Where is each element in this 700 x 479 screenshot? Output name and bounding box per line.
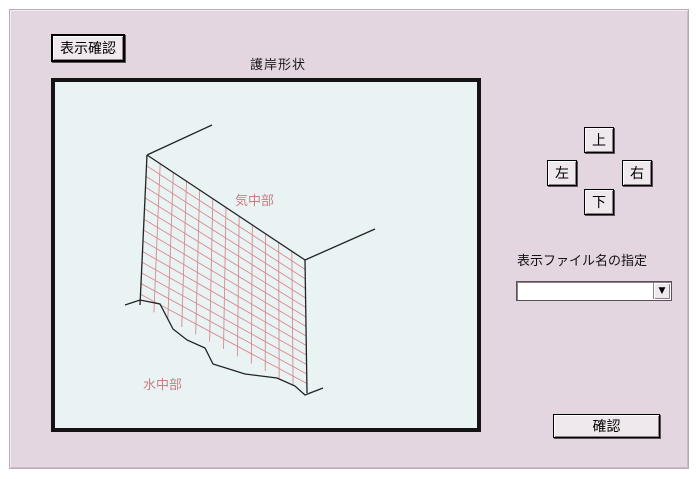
file-select-label: 表示ファイル名の指定 <box>517 254 648 269</box>
grid-horizontal-line <box>140 293 308 384</box>
air-section-label: 気中部 <box>235 194 275 209</box>
grid-horizontal-line <box>141 272 307 365</box>
revetment-drawing <box>124 124 376 396</box>
grid-horizontal-line <box>142 251 307 346</box>
confirm-button[interactable]: 確認 <box>553 414 660 438</box>
grid-horizontal-line <box>142 240 307 337</box>
revetment-view-canvas: 気中部 水中部 <box>51 78 481 432</box>
move-up-button[interactable]: 上 <box>584 127 614 153</box>
move-down-button[interactable]: 下 <box>584 189 614 215</box>
page-title: 護岸形状 <box>250 58 307 73</box>
display-check-button[interactable]: 表示確認 <box>51 34 125 62</box>
revetment-outline <box>139 124 376 394</box>
file-select-dropdown[interactable]: ▼ <box>516 281 672 301</box>
move-right-button[interactable]: 右 <box>622 160 652 186</box>
move-left-button[interactable]: 左 <box>547 160 577 186</box>
chevron-down-icon[interactable]: ▼ <box>653 283 670 299</box>
water-section-label: 水中部 <box>143 378 183 393</box>
revetment-grid <box>140 163 308 386</box>
dialog-window: 表示確認 護岸形状 気中部 水中部 上 左 右 下 表示ファイル名の指定 ▼ 確… <box>9 9 689 469</box>
grid-horizontal-line <box>140 283 307 375</box>
